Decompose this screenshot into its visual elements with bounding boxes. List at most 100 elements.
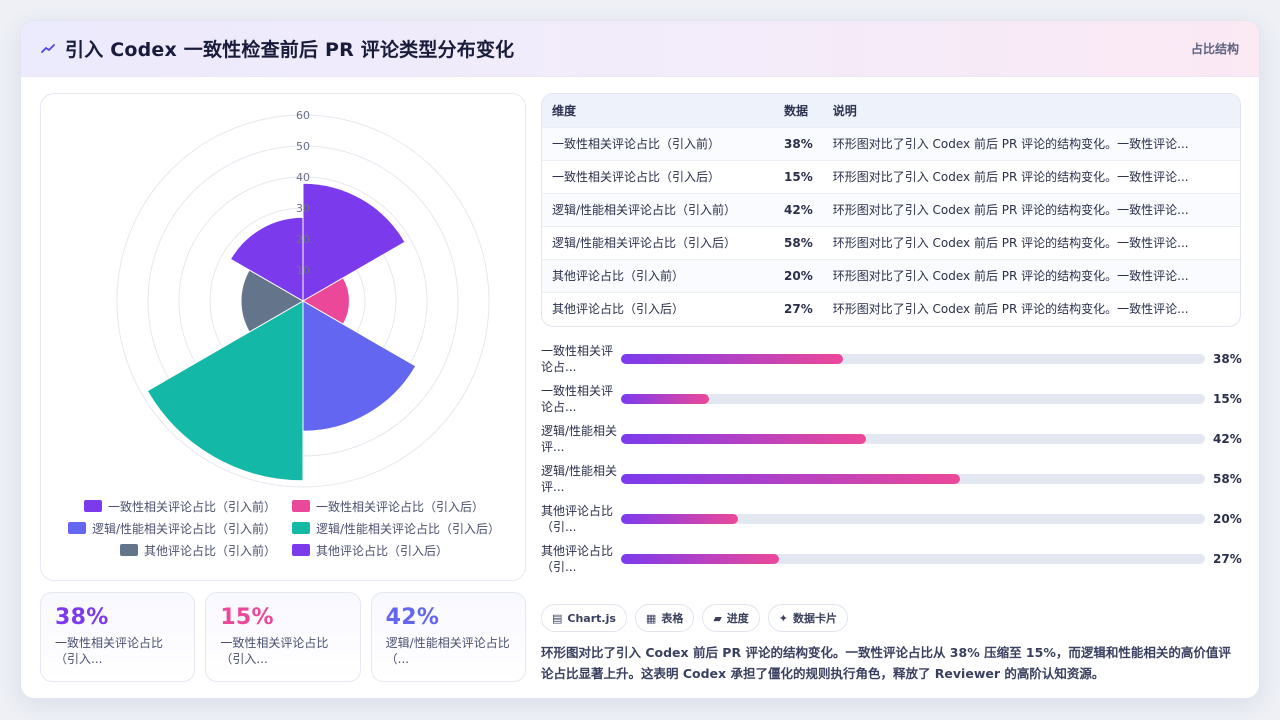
- progress-fill: [621, 394, 709, 404]
- legend-label: 一致性相关评论占比（引入前）: [107, 499, 276, 514]
- legend-item[interactable]: 其他评论占比（引入前）: [41, 542, 276, 558]
- legend-item[interactable]: 一致性相关评论占比（引入后）: [292, 498, 527, 514]
- table-row: 一致性相关评论占比（引入后） 15% 环形图对比了引入 Codex 前后 PR …: [542, 159, 1240, 193]
- table-row: 其他评论占比（引入前） 20% 环形图对比了引入 Codex 前后 PR 评论的…: [542, 258, 1240, 292]
- progress-fill: [621, 554, 779, 564]
- legend-label: 其他评论占比（引入后）: [316, 543, 449, 558]
- legend-label: 逻辑/性能相关评论占比（引入后）: [316, 521, 501, 536]
- legend-swatch: [83, 500, 102, 512]
- legend-item[interactable]: 其他评论占比（引入后）: [292, 542, 527, 558]
- progress-row: 逻辑/性能相关评... 58%: [541, 459, 1242, 499]
- column-header: 数据: [784, 103, 809, 118]
- tag-progress[interactable]: ▰ 进度: [702, 604, 760, 632]
- table-row: 逻辑/性能相关评论占比（引入前） 42% 环形图对比了引入 Codex 前后 P…: [542, 192, 1240, 226]
- progress-track: [621, 354, 1205, 364]
- progress-track: [621, 434, 1205, 444]
- data-table-panel: 维度 数据 说明 一致性相关评论占比（引入前） 38% 环形图对比了引入 Cod…: [541, 93, 1241, 327]
- legend-swatch: [292, 544, 310, 556]
- cell-description: 环形图对比了引入 Codex 前后 PR 评论的结构变化。一致性评论...: [822, 126, 1240, 160]
- cell-dimension: 一致性相关评论占比（引入后）: [542, 159, 774, 193]
- progress-label: 其他评论占比（引...: [541, 543, 614, 574]
- progress-value: 20%: [1213, 512, 1242, 526]
- kpi-value: 15%: [220, 605, 274, 630]
- cell-value: 20%: [774, 258, 823, 292]
- tag-label: 表格: [661, 612, 684, 625]
- progress-fill: [621, 434, 867, 444]
- cell-dimension: 逻辑/性能相关评论占比（引入后）: [542, 225, 774, 259]
- progress-value: 42%: [1213, 432, 1242, 446]
- data-table: 维度 数据 说明 一致性相关评论占比（引入前） 38% 环形图对比了引入 Cod…: [542, 94, 1240, 325]
- tag-data-cards[interactable]: ✦ 数据卡片: [767, 604, 849, 632]
- cell-description: 环形图对比了引入 Codex 前后 PR 评论的结构变化。一致性评论...: [822, 258, 1240, 292]
- kpi-label: 逻辑/性能相关评论占比（...: [385, 636, 510, 666]
- table-header-row: 维度 数据 说明: [542, 94, 1240, 127]
- progress-label: 一致性相关评论占...: [541, 343, 614, 374]
- progress-icon: ▰: [713, 611, 722, 625]
- progress-track: [621, 554, 1205, 564]
- dashboard-card: 引入 Codex 一致性检查前后 PR 评论类型分布变化 占比结构 10 20 30…: [20, 20, 1260, 699]
- legend-label: 一致性相关评论占比（引入后）: [316, 499, 485, 514]
- progress-value: 38%: [1213, 352, 1242, 366]
- legend-swatch: [67, 522, 86, 534]
- legend-item[interactable]: 一致性相关评论占比（引入前）: [41, 498, 276, 514]
- legend-swatch: [292, 500, 310, 512]
- legend-swatch: [119, 544, 138, 556]
- tag-list: ▤ Chart.js ▦ 表格 ▰ 进度 ✦ 数据卡片: [541, 604, 849, 632]
- progress-row: 其他评论占比（引... 20%: [541, 499, 1242, 539]
- column-header: 维度: [552, 103, 577, 118]
- cell-description: 环形图对比了引入 Codex 前后 PR 评论的结构变化。一致性评论...: [822, 225, 1240, 259]
- tag-label: 数据卡片: [793, 612, 838, 625]
- progress-label: 逻辑/性能相关评...: [541, 423, 618, 454]
- cell-description: 环形图对比了引入 Codex 前后 PR 评论的结构变化。一致性评论...: [822, 291, 1240, 325]
- header: 引入 Codex 一致性检查前后 PR 评论类型分布变化 占比结构: [21, 21, 1259, 77]
- kpi-value: 42%: [385, 605, 440, 630]
- sparkle-icon: ✦: [778, 611, 789, 625]
- polar-area-chart: 10 20 30 40 50 60: [116, 109, 490, 488]
- progress-row: 一致性相关评论占... 38%: [541, 339, 1242, 379]
- progress-track: [621, 514, 1205, 524]
- tag-label: 进度: [726, 612, 749, 625]
- legend-item[interactable]: 逻辑/性能相关评论占比（引入前）: [41, 520, 276, 536]
- r-tick-label: 40: [296, 171, 310, 184]
- progress-fill: [621, 514, 738, 524]
- tag-table[interactable]: ▦ 表格: [634, 604, 695, 632]
- cell-value: 58%: [774, 225, 823, 259]
- chart-legend: 一致性相关评论占比（引入前） 一致性相关评论占比（引入后） 逻辑/性能相关评论占…: [41, 498, 527, 558]
- cell-dimension: 一致性相关评论占比（引入前）: [542, 126, 774, 160]
- summary-text: 环形图对比了引入 Codex 前后 PR 评论的结构变化。一致性评论占比从 38…: [541, 645, 1231, 682]
- polar-sector[interactable]: [302, 300, 417, 432]
- progress-fill: [621, 474, 960, 484]
- chart-icon: ▤: [552, 611, 563, 625]
- trend-icon: [41, 43, 55, 53]
- legend-label: 其他评论占比（引入前）: [143, 543, 276, 558]
- cell-value: 42%: [774, 192, 823, 226]
- kpi-cards: 38% 一致性相关评论占比（引入... 15% 一致性相关评论占比（引入... …: [40, 592, 526, 682]
- cell-dimension: 其他评论占比（引入前）: [542, 258, 774, 292]
- progress-row: 一致性相关评论占... 15%: [541, 379, 1242, 419]
- r-tick-label: 10: [296, 264, 310, 277]
- r-tick-label: 20: [296, 233, 310, 246]
- progress-row: 其他评论占比（引... 27%: [541, 539, 1242, 579]
- table-row: 逻辑/性能相关评论占比（引入后） 58% 环形图对比了引入 Codex 前后 P…: [542, 225, 1240, 259]
- kpi-label: 一致性相关评论占比（引入...: [55, 636, 164, 666]
- legend-item[interactable]: 逻辑/性能相关评论占比（引入后）: [292, 520, 527, 536]
- progress-track: [621, 394, 1205, 404]
- cell-value: 15%: [774, 159, 823, 193]
- table-row: 一致性相关评论占比（引入前） 38% 环形图对比了引入 Codex 前后 PR …: [542, 126, 1240, 160]
- page-title: 引入 Codex 一致性检查前后 PR 评论类型分布变化: [65, 39, 515, 61]
- table-row: 其他评论占比（引入后） 27% 环形图对比了引入 Codex 前后 PR 评论的…: [542, 291, 1240, 325]
- kpi-label: 一致性相关评论占比（引入...: [220, 636, 329, 666]
- polar-sector[interactable]: [146, 300, 304, 482]
- kpi-card: 42% 逻辑/性能相关评论占比（...: [370, 592, 526, 682]
- polar-sector[interactable]: [302, 182, 406, 302]
- progress-label: 逻辑/性能相关评...: [541, 463, 618, 494]
- legend-label: 逻辑/性能相关评论占比（引入前）: [91, 521, 276, 536]
- r-tick-label: 60: [296, 109, 310, 122]
- kpi-card: 38% 一致性相关评论占比（引入...: [40, 592, 196, 682]
- r-tick-label: 30: [296, 202, 310, 215]
- tag-chartjs[interactable]: ▤ Chart.js: [541, 604, 627, 632]
- cell-description: 环形图对比了引入 Codex 前后 PR 评论的结构变化。一致性评论...: [822, 159, 1240, 193]
- kpi-value: 38%: [55, 605, 109, 630]
- tag-label: Chart.js: [567, 611, 616, 625]
- cell-dimension: 其他评论占比（引入后）: [542, 291, 774, 325]
